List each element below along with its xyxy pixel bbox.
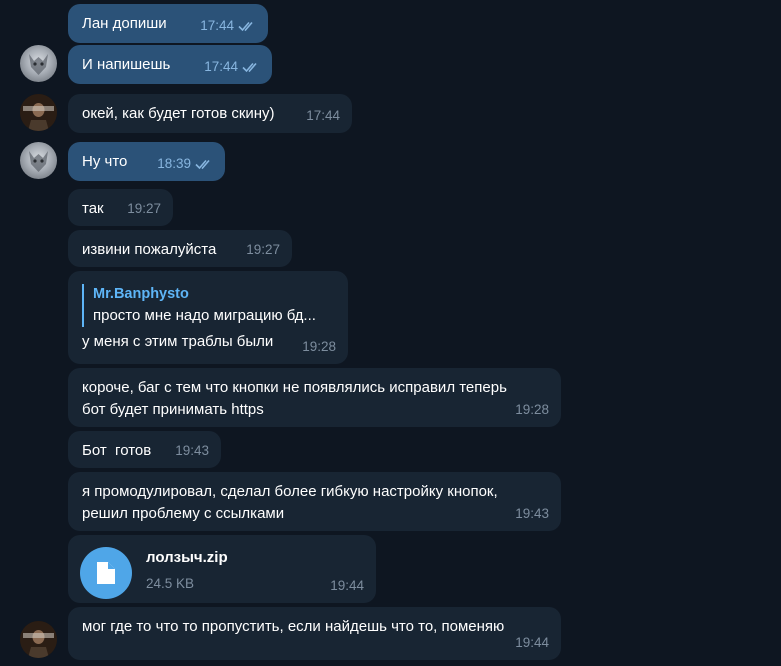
- message-text: окей, как будет готов скину): [82, 105, 275, 122]
- message-time: 17:44: [306, 108, 340, 123]
- message-bubble[interactable]: я промодулировал, сделал более гибкую на…: [68, 472, 561, 531]
- message-time: 19:43: [515, 506, 549, 521]
- message-text: Бот готов: [82, 442, 152, 459]
- double-check-icon: [195, 159, 210, 170]
- message-bubble[interactable]: Mr.Banphysto просто мне надо миграцию бд…: [68, 271, 348, 364]
- message-text-line: я промодулировал, сделал более гибкую на…: [82, 483, 498, 500]
- message-bubble[interactable]: Бот готов 19:43: [68, 431, 221, 468]
- message-text-line: короче, баг с тем что кнопки не появляли…: [82, 379, 507, 396]
- message-bubble[interactable]: И напишешь 17:44: [68, 45, 272, 84]
- file-name[interactable]: лолзыч.zip: [146, 547, 228, 569]
- message-text: так: [82, 200, 104, 217]
- message-text: мог где то что то пропустить, если найде…: [82, 618, 505, 635]
- double-check-icon: [238, 21, 253, 32]
- message-time: 19:43: [175, 443, 209, 458]
- file-size: 24.5 KB: [146, 576, 195, 591]
- message-text-line: решил проблему с ссылками: [82, 505, 285, 522]
- document-icon[interactable]: [80, 547, 132, 599]
- message-text-line: бот будет принимать https: [82, 401, 264, 418]
- message-time: 19:44: [330, 578, 364, 593]
- message-text: Ну что: [82, 153, 128, 170]
- banphysto-avatar[interactable]: [20, 621, 57, 658]
- message-bubble[interactable]: извини пожалуйста 19:27: [68, 230, 292, 267]
- banphysto-avatar[interactable]: [20, 94, 57, 131]
- message-text: Лан допиши: [82, 15, 167, 32]
- message-bubble[interactable]: Лан допиши 17:44: [68, 4, 268, 43]
- message-bubble[interactable]: Ну что 18:39: [68, 142, 225, 181]
- wolf-avatar[interactable]: [20, 142, 57, 179]
- message-time: 17:44: [200, 15, 256, 37]
- message-time: 19:27: [127, 201, 161, 216]
- message-bubble[interactable]: мог где то что то пропустить, если найде…: [68, 607, 561, 660]
- reply-text: просто мне надо миграцию бд...: [93, 307, 316, 324]
- reply-author: Mr.Banphysto: [93, 286, 189, 302]
- message-text: извини пожалуйста: [82, 241, 217, 258]
- wolf-avatar[interactable]: [20, 45, 57, 82]
- message-text: И напишешь: [82, 56, 171, 73]
- message-time: 18:39: [157, 153, 213, 175]
- message-time: 19:44: [515, 635, 549, 650]
- message-bubble[interactable]: короче, баг с тем что кнопки не появляли…: [68, 368, 561, 427]
- message-bubble[interactable]: так 19:27: [68, 189, 173, 226]
- message-time: 17:44: [204, 56, 260, 78]
- message-time: 19:28: [515, 402, 549, 417]
- reply-quote[interactable]: Mr.Banphysto просто мне надо миграцию бд…: [82, 284, 334, 327]
- double-check-icon: [242, 62, 257, 73]
- message-text: у меня с этим траблы были: [82, 333, 274, 350]
- file-message[interactable]: лолзыч.zip 24.5 KB 19:44: [68, 535, 376, 603]
- message-time: 19:28: [302, 339, 336, 354]
- message-bubble[interactable]: окей, как будет готов скину) 17:44: [68, 94, 352, 133]
- message-time: 19:27: [246, 242, 280, 257]
